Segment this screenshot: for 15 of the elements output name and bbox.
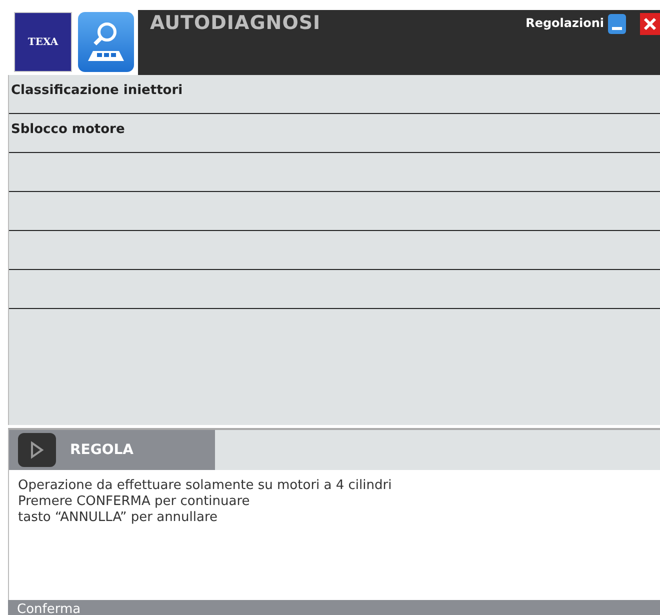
texa-logo: TEXA xyxy=(14,12,72,72)
action-label: REGOLA xyxy=(70,442,134,458)
message-line: tasto “ANNULLA” per annullare xyxy=(18,510,219,526)
play-button[interactable] xyxy=(18,433,56,467)
message-line: Operazione da effettuare solamente su motori a 4 cilindri xyxy=(18,478,393,494)
app-title: AUTODIAGNOSI xyxy=(150,12,322,34)
minimize-icon xyxy=(612,27,622,30)
settings-link[interactable]: Regolazioni xyxy=(526,16,604,30)
play-icon xyxy=(30,441,44,459)
menu-item[interactable]: Classificazione iniettori xyxy=(9,75,660,114)
message-line: Premere CONFERMA per continuare xyxy=(18,494,251,510)
close-icon xyxy=(643,17,657,31)
minimize-button[interactable] xyxy=(608,14,626,34)
close-button[interactable] xyxy=(640,13,660,35)
menu-item[interactable]: Sblocco motore xyxy=(9,114,660,153)
